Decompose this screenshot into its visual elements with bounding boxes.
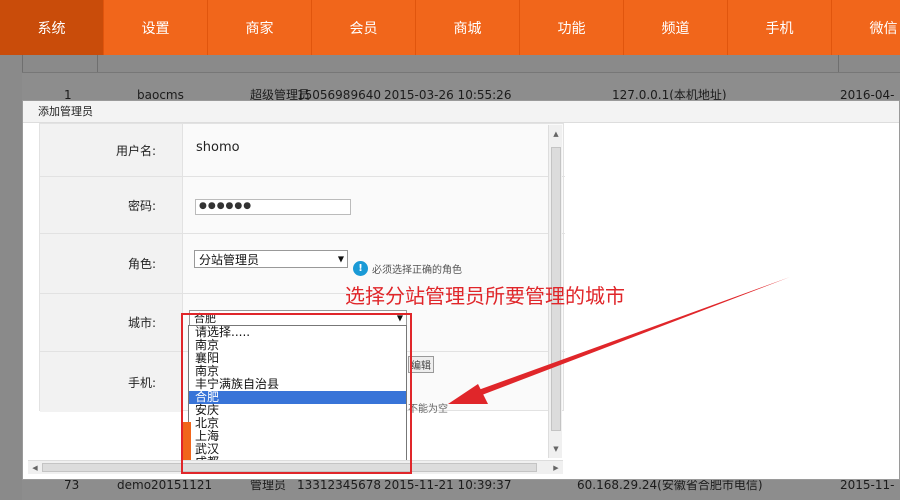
annotation-arrow-icon (448, 277, 790, 404)
